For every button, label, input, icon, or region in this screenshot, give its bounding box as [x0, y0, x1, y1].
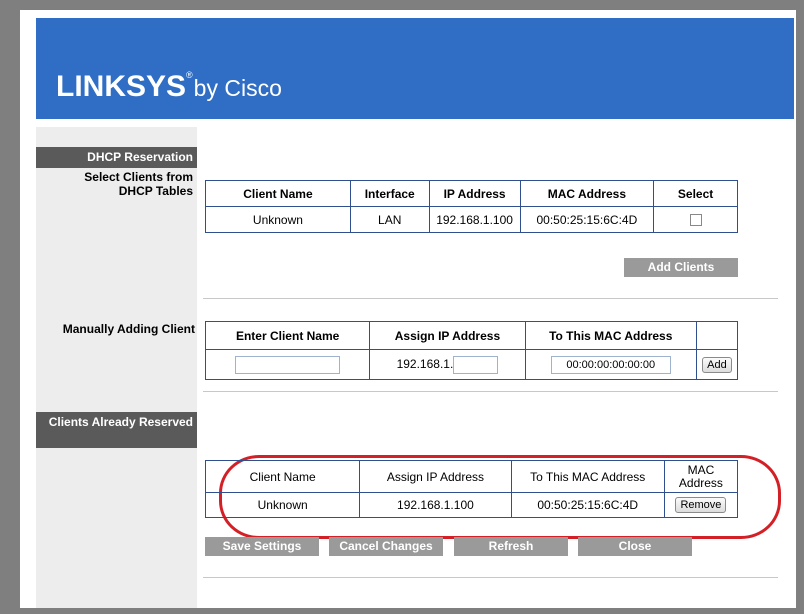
select-checkbox[interactable]	[689, 214, 702, 227]
cell-remove: Remove	[663, 492, 739, 518]
dhcp-clients-table: Client Name Interface IP Address MAC Add…	[205, 180, 738, 233]
cell-ip: 192.168.1.100	[428, 206, 521, 233]
ip-prefix: 192.168.1.	[396, 356, 454, 371]
remove-button[interactable]: Remove	[675, 497, 727, 513]
divider	[203, 391, 778, 392]
col-enter-client-name: Enter Client Name	[204, 321, 371, 350]
cell-client-name: Unknown	[205, 206, 351, 233]
col-mac: To This MAC Address	[510, 460, 665, 493]
cell-select	[653, 206, 738, 233]
reserved-clients-table: Client Name Assign IP Address To This MA…	[204, 460, 739, 518]
section-dhcp-reservation: DHCP Reservation	[36, 147, 197, 168]
refresh-button[interactable]: Refresh	[454, 537, 568, 556]
router-config-window: LINKSYS®by Cisco DHCP Reservation Select…	[20, 10, 796, 608]
client-name-input[interactable]	[235, 355, 341, 374]
add-button[interactable]: Add	[702, 356, 732, 373]
add-clients-button[interactable]: Add Clients	[624, 258, 738, 277]
col-interface: Interface	[349, 180, 430, 207]
mac-address-input[interactable]: 00:00:00:00:00:00	[550, 355, 671, 374]
cell-mac-input: 00:00:00:00:00:00	[524, 349, 697, 380]
close-button[interactable]: Close	[578, 537, 692, 556]
col-client-name: Client Name	[204, 460, 361, 493]
col-client-name: Client Name	[205, 180, 351, 207]
manually-adding-label: Manually Adding Client	[62, 322, 195, 336]
col-assign-ip: Assign IP Address	[369, 321, 526, 350]
cell-client-name: Unknown	[204, 492, 361, 518]
col-mac-address: MAC Address	[663, 460, 739, 493]
cell-add: Add	[695, 349, 739, 380]
save-settings-button[interactable]: Save Settings	[205, 537, 319, 556]
col-mac-address: MAC Address	[519, 180, 655, 207]
manual-add-table: Enter Client Name Assign IP Address To T…	[204, 321, 739, 380]
cell-mac: 00:50:25:15:6C:4D	[510, 492, 665, 518]
cell-ip-input: 192.168.1.	[369, 349, 526, 380]
left-sidebar	[36, 127, 197, 608]
col-assign-ip: Assign IP Address	[359, 460, 512, 493]
divider	[203, 298, 778, 299]
top-blue-bar	[36, 18, 794, 53]
ip-last-octet-input[interactable]	[453, 355, 499, 374]
col-mac: To This MAC Address	[524, 321, 697, 350]
table-row: Unknown 192.168.1.100 00:50:25:15:6C:4D …	[204, 492, 739, 518]
cell-ip: 192.168.1.100	[359, 492, 512, 518]
table-row: Unknown LAN 192.168.1.100 00:50:25:15:6C…	[205, 206, 738, 233]
cell-client-name-input	[204, 349, 371, 380]
divider	[203, 577, 778, 578]
section-clients-reserved: Clients Already Reserved	[36, 412, 197, 448]
col-blank	[695, 321, 739, 350]
col-select: Select	[653, 180, 738, 207]
select-clients-label: Select Clients from DHCP Tables	[84, 170, 193, 198]
cell-mac: 00:50:25:15:6C:4D	[519, 206, 655, 233]
cancel-changes-button[interactable]: Cancel Changes	[329, 537, 443, 556]
col-ip-address: IP Address	[428, 180, 521, 207]
linksys-logo: LINKSYS®by Cisco	[56, 70, 282, 103]
cell-interface: LAN	[349, 206, 430, 233]
